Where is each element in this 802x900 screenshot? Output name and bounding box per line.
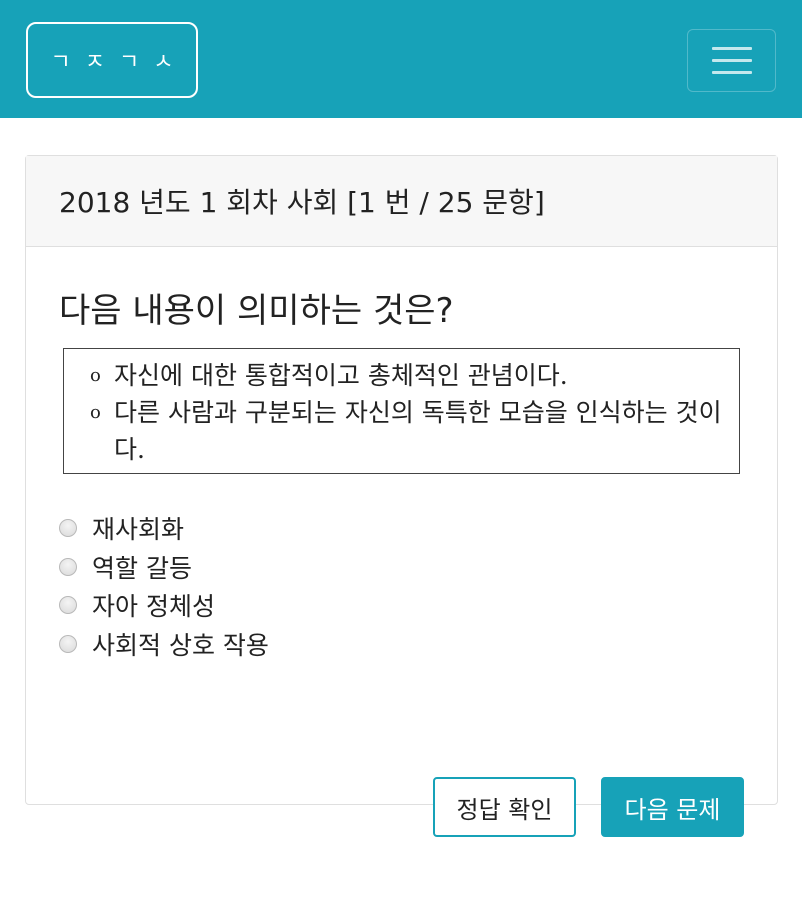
answer-option[interactable]: 재사회화: [59, 509, 269, 548]
brand-logo[interactable]: ㄱㅈㄱㅅ: [26, 22, 198, 98]
answer-option[interactable]: 역할 갈등: [59, 548, 269, 587]
answer-option[interactable]: 자아 정체성: [59, 586, 269, 625]
passage-item: o 다른 사람과 구분되는 자신의 독특한 모습을 인식하는 것이다.: [90, 394, 723, 468]
answer-options: 재사회화 역할 갈등 자아 정체성 사회적 상호 작용: [59, 509, 269, 663]
hamburger-menu-icon: [711, 47, 752, 50]
next-question-button[interactable]: 다음 문제: [601, 777, 744, 837]
circle-bullet-icon: o: [90, 402, 101, 423]
question-text: 다음 내용이 의미하는 것은?: [59, 291, 454, 331]
quiz-header: 2018 년도 1 회차 사회 [1 번 / 25 문항]: [26, 156, 777, 247]
answer-option-label: 역할 갈등: [92, 553, 192, 583]
radio-button[interactable]: [59, 519, 77, 538]
radio-button[interactable]: [59, 634, 77, 653]
navbar: ㄱㅈㄱㅅ: [0, 0, 802, 118]
passage-text: 자신에 대한 통합적이고 총체적인 관념이다.: [114, 361, 568, 390]
answer-option[interactable]: 사회적 상호 작용: [59, 625, 269, 664]
passage-text: 다른 사람과 구분되는 자신의 독특한 모습을 인식하는 것이다.: [114, 398, 722, 464]
circle-bullet-icon: o: [90, 365, 101, 386]
check-answer-button[interactable]: 정답 확인: [433, 777, 576, 837]
answer-option-label: 자아 정체성: [92, 592, 215, 622]
quiz-card: 2018 년도 1 회차 사회 [1 번 / 25 문항] 다음 내용이 의미하…: [25, 155, 778, 837]
radio-button[interactable]: [59, 596, 77, 615]
passage-box: o 자신에 대한 통합적이고 총체적인 관념이다. o 다른 사람과 구분되는 …: [63, 348, 740, 474]
answer-option-label: 사회적 상호 작용: [92, 630, 269, 660]
passage-item: o 자신에 대한 통합적이고 총체적인 관념이다.: [90, 357, 723, 394]
answer-option-label: 재사회화: [92, 515, 185, 545]
hamburger-menu-icon-line: [711, 59, 752, 62]
menu-toggle-button[interactable]: [687, 29, 776, 92]
radio-button[interactable]: [59, 557, 77, 576]
hamburger-menu-icon-line: [711, 71, 752, 74]
